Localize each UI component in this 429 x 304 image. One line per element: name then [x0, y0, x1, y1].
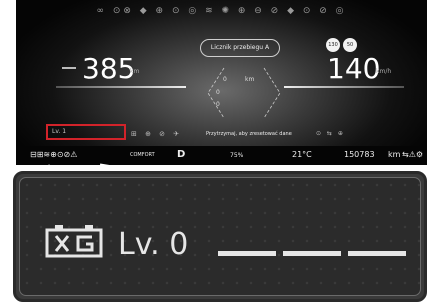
zoomed-detail-background: Lv. 0 [19, 177, 421, 296]
level-segment [348, 251, 406, 256]
battery-x-icon [45, 225, 103, 258]
assist-level-label: Lv. 0 [118, 227, 189, 262]
zoomed-detail-panel: Lv. 0 [13, 171, 427, 302]
level-segment [283, 251, 341, 256]
level-segment [218, 251, 276, 256]
